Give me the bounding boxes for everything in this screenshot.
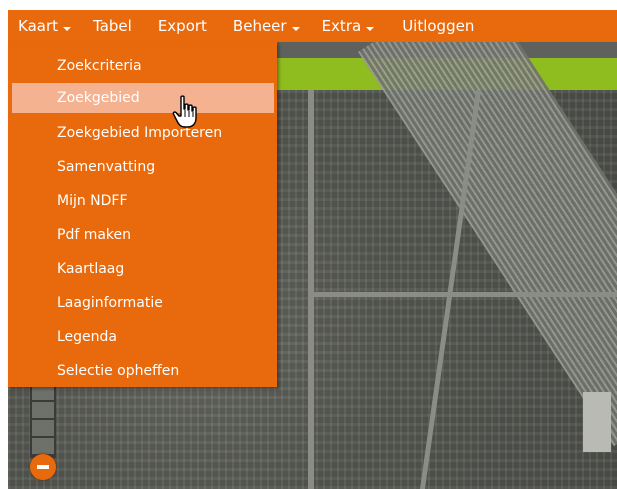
minus-icon [37,465,49,469]
menu-uitloggen[interactable]: Uitloggen [394,10,482,42]
building [583,392,611,452]
menu-item-label: Zoekgebied [57,90,140,106]
hand-pointer-icon [172,95,197,128]
menu-item-zoekcriteria[interactable]: Zoekcriteria [8,49,277,83]
menu-beheer[interactable]: Beheer [225,10,308,42]
menu-uitloggen-label: Uitloggen [402,17,475,35]
menu-item-pdf-maken[interactable]: Pdf maken [8,218,277,252]
main-menu-bar: Kaart Tabel Export Beheer Extra Uitlogge… [8,10,617,42]
menu-item-label: Laaginformatie [57,295,163,311]
menu-kaart-label: Kaart [18,17,59,35]
menu-item-zoekgebied-importeren[interactable]: Zoekgebied Importeren [8,116,277,150]
menu-extra[interactable]: Extra [314,10,383,42]
menu-item-zoekgebied[interactable]: Zoekgebied [12,83,274,113]
kaart-dropdown-menu: Zoekcriteria Zoekgebied Zoekgebied Impor… [8,42,277,387]
menu-item-label: Kaartlaag [57,261,125,277]
menu-item-label: Selectie opheffen [57,363,180,379]
menu-item-mijn-ndff[interactable]: Mijn NDFF [8,184,277,218]
road [308,292,617,297]
menu-item-samenvatting[interactable]: Samenvatting [8,150,277,184]
menu-item-kaartlaag[interactable]: Kaartlaag [8,252,277,286]
menu-item-label: Pdf maken [57,227,132,243]
menu-item-selectie-opheffen[interactable]: Selectie opheffen [8,354,277,388]
menu-export[interactable]: Export [150,10,215,42]
menu-item-label: Mijn NDFF [57,193,128,209]
road [308,90,314,489]
menu-beheer-label: Beheer [232,17,287,35]
menu-item-label: Zoekcriteria [57,58,142,74]
menu-item-laaginformatie[interactable]: Laaginformatie [8,286,277,320]
chevron-down-icon [63,27,72,31]
menu-export-label: Export [157,17,207,35]
chevron-down-icon [366,27,375,31]
zoom-out-button[interactable] [30,454,56,480]
menu-extra-label: Extra [321,17,362,35]
menu-item-legenda[interactable]: Legenda [8,320,277,354]
menu-tabel[interactable]: Tabel [85,10,140,42]
menu-kaart[interactable]: Kaart [10,10,79,42]
menu-tabel-label: Tabel [93,17,132,35]
menu-item-label: Legenda [57,329,118,345]
chevron-down-icon [291,27,300,31]
menu-item-label: Samenvatting [57,159,156,175]
zoom-slider[interactable] [30,378,56,458]
